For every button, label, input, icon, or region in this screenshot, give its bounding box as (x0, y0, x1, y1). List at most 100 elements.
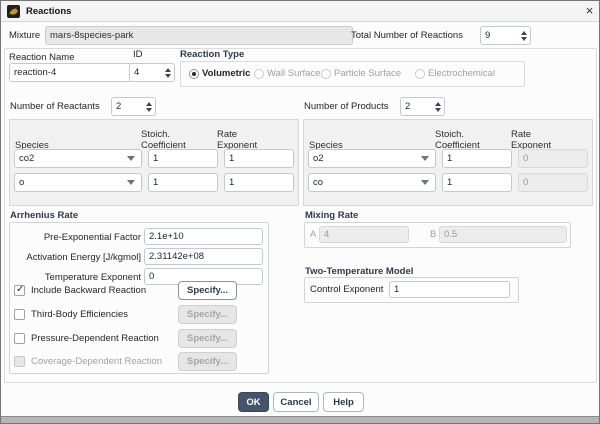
spinner-arrows-icon[interactable] (521, 31, 527, 41)
mixing-rate-b-value: 0.5 (444, 229, 457, 240)
radio-particle-surface-label: Particle Surface (334, 68, 401, 79)
radio-particle-surface (321, 69, 331, 79)
reactions-dialog: Reactions × Mixture mars-8species-park T… (0, 0, 600, 424)
activation-energy-input[interactable]: 2.31142e+08 (144, 248, 263, 265)
number-of-reactants-value: 2 (116, 101, 121, 112)
number-of-reactants-label: Number of Reactants (10, 101, 100, 112)
reaction-id-label: ID (133, 49, 143, 60)
product-exponent-value: 0 (523, 153, 528, 164)
help-button-label: Help (333, 397, 354, 408)
include-backward-reaction-checkbox[interactable] (14, 285, 25, 296)
product-coeff-value: 1 (447, 177, 452, 188)
cancel-button[interactable]: Cancel (273, 392, 319, 412)
reactant-coeff-value: 1 (153, 153, 158, 164)
coverage-dependent-label: Coverage-Dependent Reaction (31, 356, 162, 367)
pressure-dependent-checkbox[interactable] (14, 333, 25, 344)
coverage-dependent-checkbox (14, 356, 25, 367)
reactions-app-icon (7, 5, 20, 18)
reaction-name-input[interactable]: reaction-4 (9, 63, 132, 82)
help-button[interactable]: Help (323, 392, 364, 412)
pre-exponential-factor-label: Pre-Exponential Factor (9, 232, 141, 243)
reactant-exponent-input[interactable]: 1 (224, 149, 294, 168)
activation-energy-label: Activation Energy [J/kgmol] (9, 252, 141, 263)
mixing-rate-a-value: 4 (324, 229, 329, 240)
reactant-coeff-input[interactable]: 1 (148, 149, 218, 168)
ok-button[interactable]: OK (238, 392, 269, 412)
radio-wall-surface (254, 69, 264, 79)
reactant-species-value: co2 (19, 153, 34, 164)
products-panel: Species Stoich. Coefficient Rate Exponen… (303, 119, 593, 206)
spinner-arrows-icon[interactable] (435, 102, 441, 112)
product-coeff-value: 1 (447, 153, 452, 164)
product-species-dropdown[interactable]: co (308, 173, 436, 192)
reactants-panel: Species Stoich. Coefficient Rate Exponen… (9, 119, 299, 206)
reactants-col-exponent: Rate Exponent (217, 129, 273, 151)
dialog-title: Reactions (26, 6, 71, 17)
mixing-rate-b-label: B (430, 229, 436, 240)
window-resize-strip (1, 416, 599, 424)
number-of-products-value: 2 (405, 101, 410, 112)
specify-button-label: Specify... (187, 309, 228, 320)
specify-coverage-button: Specify... (178, 352, 237, 371)
specify-third-body-button: Specify... (178, 305, 237, 324)
ok-button-label: OK (246, 397, 260, 408)
third-body-efficiencies-checkbox[interactable] (14, 309, 25, 320)
third-body-efficiencies-label[interactable]: Third-Body Efficiencies (31, 309, 128, 320)
mixture-value: mars-8species-park (50, 30, 133, 41)
chevron-down-icon (127, 156, 135, 161)
chevron-down-icon (127, 180, 135, 185)
total-reactions-spinner[interactable]: 9 (480, 26, 531, 45)
specify-button-label: Specify... (187, 333, 228, 344)
control-exponent-input[interactable]: 1 (389, 281, 510, 298)
spinner-arrows-icon[interactable] (165, 68, 171, 78)
reactant-species-value: o (19, 177, 24, 188)
close-icon[interactable]: × (582, 3, 597, 19)
control-exponent-value: 1 (394, 284, 399, 295)
mixing-rate-a-input: 4 (319, 226, 409, 243)
reaction-id-value: 4 (134, 67, 139, 78)
product-species-dropdown[interactable]: o2 (308, 149, 436, 168)
pressure-dependent-label[interactable]: Pressure-Dependent Reaction (31, 333, 159, 344)
temperature-exponent-value: 0 (149, 271, 154, 282)
products-col-exponent: Rate Exponent (511, 129, 567, 151)
number-of-products-spinner[interactable]: 2 (400, 97, 445, 116)
product-exponent-input: 0 (518, 149, 588, 168)
reactant-coeff-input[interactable]: 1 (148, 173, 218, 192)
chevron-down-icon (421, 180, 429, 185)
chevron-down-icon (421, 156, 429, 161)
pre-exponential-factor-input[interactable]: 2.1e+10 (144, 228, 263, 245)
temperature-exponent-label: Temperature Exponent (9, 272, 141, 283)
product-species-value: o2 (313, 153, 324, 164)
radio-volumetric-label[interactable]: Volumetric (202, 68, 250, 79)
product-coeff-input[interactable]: 1 (442, 173, 512, 192)
mixing-rate-title: Mixing Rate (305, 210, 358, 221)
reaction-id-spinner[interactable]: 4 (129, 63, 175, 82)
specify-button-label: Specify... (187, 356, 228, 367)
spinner-arrows-icon[interactable] (146, 102, 152, 112)
product-species-value: co (313, 177, 323, 188)
radio-volumetric[interactable] (189, 69, 199, 79)
number-of-reactants-spinner[interactable]: 2 (111, 97, 156, 116)
radio-electrochemical (415, 69, 425, 79)
mixture-field: mars-8species-park (45, 26, 353, 45)
number-of-products-label: Number of Products (304, 101, 388, 112)
reaction-name-value: reaction-4 (14, 67, 56, 78)
radio-electrochemical-label: Electrochemical (428, 68, 495, 79)
reactant-exponent-input[interactable]: 1 (224, 173, 294, 192)
arrhenius-rate-title: Arrhenius Rate (10, 210, 78, 221)
specify-button-label: Specify... (187, 285, 228, 296)
pre-exponential-factor-value: 2.1e+10 (149, 231, 184, 242)
product-exponent-input: 0 (518, 173, 588, 192)
reactant-species-dropdown[interactable]: co2 (14, 149, 142, 168)
reaction-type-label: Reaction Type (180, 49, 244, 60)
reactant-exponent-value: 1 (229, 153, 234, 164)
reactants-col-coefficient: Stoich. Coefficient (141, 129, 203, 151)
radio-wall-surface-label: Wall Surface (267, 68, 321, 79)
specify-backward-button[interactable]: Specify... (178, 281, 237, 300)
reaction-name-label: Reaction Name (9, 52, 74, 63)
products-col-coefficient: Stoich. Coefficient (435, 129, 497, 151)
product-coeff-input[interactable]: 1 (442, 149, 512, 168)
include-backward-reaction-label[interactable]: Include Backward Reaction (31, 285, 146, 296)
reactant-species-dropdown[interactable]: o (14, 173, 142, 192)
total-reactions-label: Total Number of Reactions (351, 30, 463, 41)
